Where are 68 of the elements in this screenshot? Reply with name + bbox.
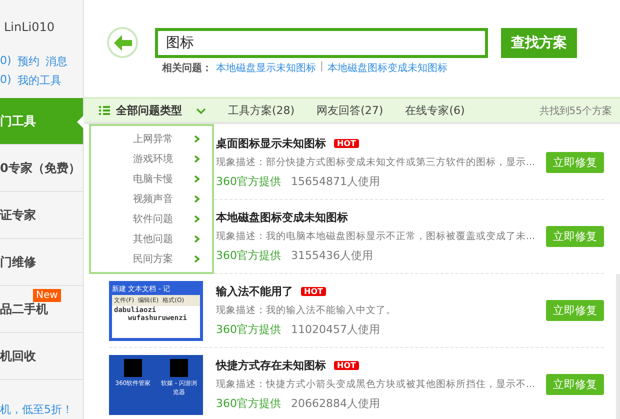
search-field[interactable]: 图标 [155,28,488,58]
new-badge: New [33,289,61,302]
result-title[interactable]: 快捷方式存在未知图标 [216,358,326,373]
dropdown-item[interactable]: 游戏环境 [91,149,212,169]
username: LinLi010 [4,20,55,34]
chevron-right-icon [194,135,200,143]
chevron-right-icon [194,215,200,223]
hot-badge: HOT [301,287,326,296]
count-text: 0) [0,73,12,88]
chevron-right-icon [194,155,200,163]
list-icon [99,106,110,115]
provider-text: 360官方提供 [216,174,281,189]
sidebar-link[interactable]: 我的工具 [17,73,62,88]
sidebar-nav-item[interactable]: New 品二手机 [0,286,83,333]
dropdown-item[interactable]: 软件问题 [91,209,212,229]
result-description: 现象描述：部分快捷方式图标变成未知文件或第三方软件的图标，显示... [216,156,536,169]
chevron-right-icon [194,255,200,263]
usage-count: 11020457人使用 [291,322,380,337]
fix-button[interactable]: 立即修复 [546,300,604,321]
filter-tab[interactable]: 在线专家(6) [405,103,465,118]
fix-button[interactable]: 立即修复 [546,152,604,173]
result-count: 共找到55个方案 [539,104,612,118]
usage-count: 20662884人使用 [291,396,380,411]
usage-count: 3155436人使用 [291,248,373,263]
search-button[interactable]: 查找方案 [501,28,577,58]
result-title[interactable]: 桌面图标显示未知图标 [216,136,326,151]
result-description: 现象描述：我的输入法不能输入中文了。 [216,304,397,317]
separator: | [320,61,324,74]
sidebar-link[interactable]: 预约 [17,54,40,69]
related-label: 相关问题： [162,62,212,75]
dropdown-item[interactable]: 视频声音 [91,189,212,209]
dropdown-item[interactable]: 电脑卡慢 [91,169,212,189]
chevron-right-icon [194,175,200,183]
sidebar-nav-item[interactable]: 证专家 [0,192,83,239]
filter-tab[interactable]: 工具方案(28) [228,103,295,118]
chevron-right-icon [194,195,200,203]
type-menu-button[interactable]: 全部问题类型 [99,103,206,118]
promo-link[interactable]: 机，低至5折！ [0,402,83,417]
fix-button[interactable]: 立即修复 [546,374,604,395]
usage-count: 15654871人使用 [291,174,380,189]
fix-button[interactable]: 立即修复 [546,226,604,247]
hot-badge: HOT [334,139,359,148]
chevron-down-icon [196,108,206,114]
result-title[interactable]: 本地磁盘图标变成未知图标 [216,210,348,225]
sidebar-nav-item[interactable]: 门工具 [0,98,83,145]
related-link[interactable]: 本地磁盘图标变成未知图标 [327,61,448,75]
dropdown-item[interactable]: 民间方案 [91,249,212,269]
arrow-left-icon [114,34,132,50]
count-text: 0) [0,54,12,69]
chevron-right-icon [194,235,200,243]
result-title[interactable]: 输入法不能用了 [216,284,293,299]
filter-tab[interactable]: 网友回答(27) [316,103,384,118]
dropdown-item[interactable]: 上网异常 [91,129,212,149]
sidebar-nav-item[interactable]: 0专家（免费） [0,145,83,192]
sidebar-link[interactable]: 消息 [45,54,68,69]
dropdown-item[interactable]: 其他问题 [91,229,212,249]
redacted-block [124,358,142,376]
related-link[interactable]: 本地磁盘显示未知图标 [216,61,316,75]
redacted-block [170,358,188,376]
provider-text: 360官方提供 [216,248,281,263]
provider-text: 360官方提供 [216,322,281,337]
provider-text: 360官方提供 [216,396,281,411]
result-description: 现象描述：我的电脑本地磁盘图标显示不正常，图标被覆盖或变成了未... [216,230,536,243]
hot-badge: HOT [334,361,359,370]
result-description: 现象描述：快捷方式小箭头变成黑色方块或被其他图标所挡住，显示不... [216,378,536,391]
sidebar-nav-item[interactable]: 机回收 [0,333,83,380]
sidebar-nav-item[interactable]: 门维修 [0,239,83,286]
back-button[interactable] [107,27,138,58]
